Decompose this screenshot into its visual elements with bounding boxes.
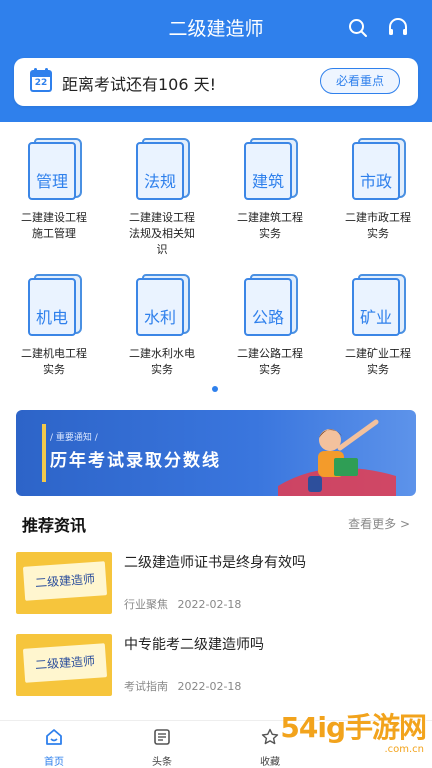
countdown-text: 距离考试还有106 天! bbox=[62, 75, 217, 94]
book-icon: 水利 bbox=[136, 274, 190, 336]
list-item[interactable]: 二级建造师 中专能考二级建造师吗 考试指南 2022-02-18 bbox=[16, 634, 416, 702]
book-icon: 公路 bbox=[244, 274, 298, 336]
category-name: 二建市政工程 实务 bbox=[345, 211, 411, 240]
news-meta: 行业聚焦 2022-02-18 bbox=[124, 596, 241, 612]
book-icon: 建筑 bbox=[244, 138, 298, 200]
category-name: 二建矿业工程 实务 bbox=[345, 347, 411, 376]
banner-title: 历年考试录取分数线 bbox=[50, 451, 221, 471]
news-thumbnail: 二级建造师 bbox=[16, 552, 112, 614]
book-icon: 矿业 bbox=[352, 274, 406, 336]
category-name: 二建机电工程 实务 bbox=[21, 347, 87, 376]
site-watermark: 54ig手游网 bbox=[280, 711, 427, 744]
list-item[interactable]: 二级建造师 二级建造师证书是终身有效吗 行业聚焦 2022-02-18 bbox=[16, 552, 416, 620]
category-name: 二建公路工程 实务 bbox=[237, 347, 303, 376]
calendar-day: 22 bbox=[30, 77, 52, 92]
category-name: 二建建筑工程 实务 bbox=[237, 211, 303, 240]
site-watermark-domain: .com.cn bbox=[384, 744, 424, 755]
notice-banner[interactable]: / 重要通知 / 历年考试录取分数线 bbox=[16, 410, 416, 496]
calendar-icon: 22 bbox=[30, 68, 52, 92]
notice-tag: / 重要通知 / bbox=[50, 433, 98, 443]
news-thumbnail: 二级建造师 bbox=[16, 634, 112, 696]
news-icon bbox=[154, 729, 170, 745]
page-indicator-dot bbox=[212, 386, 218, 392]
tab-home[interactable]: 首页 bbox=[14, 725, 94, 768]
book-icon: 机电 bbox=[28, 274, 82, 336]
category-management[interactable]: 管理 二建建设工程 施工管理 bbox=[0, 130, 108, 260]
news-date: 2022-02-18 bbox=[177, 598, 242, 611]
book-icon: 管理 bbox=[28, 138, 82, 200]
home-icon bbox=[46, 729, 62, 745]
headset-icon[interactable] bbox=[386, 16, 410, 40]
news-meta: 考试指南 2022-02-18 bbox=[124, 678, 241, 694]
book-icon: 法规 bbox=[136, 138, 190, 200]
exam-countdown-card: 22 距离考试还有106 天! 必看重点 bbox=[14, 58, 418, 106]
category-mining[interactable]: 矿业 二建矿业工程 实务 bbox=[324, 266, 432, 386]
news-source: 行业聚焦 bbox=[124, 598, 168, 611]
category-highway[interactable]: 公路 二建公路工程 实务 bbox=[216, 266, 324, 386]
news-title: 中专能考二级建造师吗 bbox=[124, 637, 264, 653]
category-municipal[interactable]: 市政 二建市政工程 实务 bbox=[324, 130, 432, 260]
news-source: 考试指南 bbox=[124, 680, 168, 693]
tab-headlines[interactable]: 头条 bbox=[122, 725, 202, 768]
category-law[interactable]: 法规 二建建设工程 法规及相关知 识 bbox=[108, 130, 216, 260]
book-icon: 市政 bbox=[352, 138, 406, 200]
category-name: 二建水利水电 实务 bbox=[129, 347, 195, 376]
category-name: 二建建设工程 施工管理 bbox=[21, 211, 87, 240]
must-see-button[interactable]: 必看重点 bbox=[320, 68, 400, 94]
star-icon bbox=[261, 728, 279, 745]
category-electromechanical[interactable]: 机电 二建机电工程 实务 bbox=[0, 266, 108, 386]
search-icon[interactable] bbox=[346, 16, 370, 40]
category-water[interactable]: 水利 二建水利水电 实务 bbox=[108, 266, 216, 386]
news-date: 2022-02-18 bbox=[177, 680, 242, 693]
category-building[interactable]: 建筑 二建建筑工程 实务 bbox=[216, 130, 324, 260]
section-title: 推荐资讯 bbox=[22, 516, 87, 535]
news-title: 二级建造师证书是终身有效吗 bbox=[124, 555, 306, 571]
category-name: 二建建设工程 法规及相关知 识 bbox=[129, 211, 195, 256]
app-header: 二级建造师 22 距离考试还有106 天! 必看重点 bbox=[0, 0, 432, 122]
view-more-link[interactable]: 查看更多 > bbox=[348, 515, 410, 532]
student-illustration bbox=[278, 419, 396, 496]
